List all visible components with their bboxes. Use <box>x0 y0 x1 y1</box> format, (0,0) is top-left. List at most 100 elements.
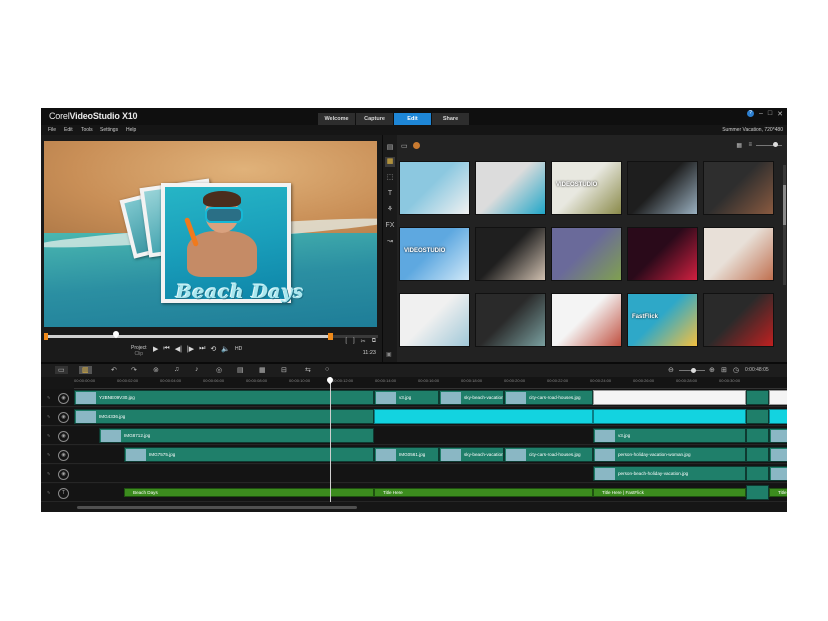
track-edit-icon[interactable]: ✎ <box>47 471 50 476</box>
library-thumbnail[interactable] <box>627 227 698 281</box>
time-ruler[interactable]: 00:00:00:00 00:00:02:00 00:00:04:00 00:00:0… <box>74 377 787 389</box>
zoom-knob[interactable] <box>691 368 696 373</box>
track-header[interactable]: ✎ ◉ <box>41 389 74 407</box>
library-thumbnail[interactable]: VIDEOSTUDIO <box>399 227 470 281</box>
trim-start-marker[interactable] <box>44 333 48 340</box>
zoom-in-icon[interactable]: ⊕ <box>709 366 715 374</box>
track-visibility-icon[interactable]: ◉ <box>58 412 69 423</box>
title-clip[interactable]: Title Here | FastFlick <box>769 488 787 497</box>
project-clip-mode[interactable]: Project Clip <box>131 345 147 357</box>
list-view-icon[interactable]: ▦ <box>736 142 742 149</box>
media-clip[interactable] <box>769 390 787 405</box>
media-clip[interactable]: person-beach-holiday-vacation.jpg <box>593 466 746 481</box>
library-thumbnail[interactable] <box>703 161 774 215</box>
library-thumbnail[interactable] <box>703 227 774 281</box>
library-thumbnail[interactable] <box>475 161 546 215</box>
media-clip[interactable]: v3.jpg <box>593 428 746 443</box>
library-thumbnail[interactable] <box>551 227 622 281</box>
library-thumbnail[interactable] <box>703 293 774 347</box>
media-clip[interactable] <box>769 409 787 424</box>
track-visibility-icon[interactable]: ◉ <box>58 469 69 480</box>
library-thumbnail[interactable] <box>399 161 470 215</box>
tab-capture[interactable]: Capture <box>356 113 393 125</box>
media-clip[interactable] <box>746 409 769 424</box>
end-icon[interactable]: ⏭ <box>199 345 205 353</box>
sound-mixer-icon[interactable]: ♫ <box>174 366 179 373</box>
fit-project-icon[interactable]: ⊞ <box>721 366 727 374</box>
subtitle-editor-icon[interactable]: ▤ <box>237 366 244 374</box>
title-icon[interactable]: T <box>385 189 395 199</box>
timecode-value[interactable]: 11:23 <box>363 350 376 356</box>
media-clip[interactable]: city-cars-road-houses.jpg <box>504 390 593 405</box>
media-clip[interactable]: IMG4336.jpg <box>74 409 374 424</box>
track-header[interactable]: ✎ ◉ <box>41 446 74 464</box>
transition-icon[interactable]: ⬚ <box>385 173 395 183</box>
chat-icon[interactable]: ○ <box>325 366 329 373</box>
preview-window[interactable]: Beach Days <box>44 141 377 327</box>
library-thumbnail[interactable]: FastFlick <box>627 293 698 347</box>
volume-icon[interactable]: 🔈 <box>221 345 230 353</box>
media-clip[interactable] <box>593 390 746 405</box>
record-capture-icon[interactable]: ⊚ <box>153 366 159 374</box>
media-clip[interactable]: person <box>769 466 787 481</box>
media-clip[interactable] <box>374 409 593 424</box>
media-clip[interactable]: sky-beach-vacation.jpg <box>439 390 504 405</box>
track-edit-icon[interactable]: ✎ <box>47 433 50 438</box>
track-edit-icon[interactable]: ✎ <box>47 395 50 400</box>
maximize-icon[interactable]: □ <box>768 110 772 118</box>
track-lane[interactable]: person-beach-holiday-vacation.jpg person <box>74 465 787 483</box>
media-clip[interactable]: Y2BNE09V30.jpg <box>74 390 374 405</box>
media-clip[interactable]: holiday <box>769 428 787 443</box>
title-clip[interactable]: Title Here <box>374 488 593 497</box>
play-icon[interactable]: ▶ <box>153 345 158 353</box>
hd-icon[interactable]: HD <box>235 346 242 352</box>
menu-file[interactable]: File <box>48 127 56 133</box>
track-visibility-icon[interactable]: ◉ <box>58 393 69 404</box>
time-remapping-icon[interactable]: ⊟ <box>281 366 287 374</box>
instant-project-icon[interactable]: ▦ <box>385 157 395 167</box>
timeline-view-icon[interactable]: ▥ <box>79 366 92 374</box>
thumbnail-size-slider[interactable] <box>756 145 782 146</box>
media-clip[interactable] <box>746 485 769 500</box>
library-thumbnail[interactable] <box>475 293 546 347</box>
library-scrollbar[interactable] <box>783 165 786 285</box>
filter-icon[interactable]: FX <box>385 221 395 231</box>
track-header[interactable]: ✎ ◉ <box>41 465 74 483</box>
library-thumbnail[interactable]: VIDEOSTUDIO <box>551 161 622 215</box>
repeat-icon[interactable]: ⟲ <box>210 345 216 353</box>
path-icon[interactable]: ↝ <box>385 237 395 247</box>
menu-settings[interactable]: Settings <box>100 127 118 133</box>
track-lane[interactable]: IMG4336.jpg <box>74 408 787 426</box>
tab-edit[interactable]: Edit <box>394 113 431 125</box>
track-lane[interactable]: Y2BNE09V30.jpg v3.jpg sky-beach-vacation.j… <box>74 389 787 407</box>
share-icon[interactable] <box>413 142 420 149</box>
title-clip[interactable]: Beach Days <box>124 488 374 497</box>
prev-frame-icon[interactable]: ◀| <box>175 345 182 353</box>
track-header[interactable]: ✎ ◉ <box>41 408 74 426</box>
track-header[interactable]: ✎ T <box>41 484 74 502</box>
multi-camera-icon[interactable]: ▦ <box>259 366 266 374</box>
media-clip[interactable]: v3.jpg <box>374 390 439 405</box>
tab-share[interactable]: Share <box>432 113 469 125</box>
enlarge-icon[interactable]: ⧉ <box>372 338 376 345</box>
track-lane[interactable]: Beach Days Title Here Title Here | FastFli… <box>74 484 787 502</box>
home-icon[interactable]: ⏮ <box>163 345 169 353</box>
library-thumbnail[interactable] <box>551 293 622 347</box>
track-edit-icon[interactable]: ✎ <box>47 452 50 457</box>
minimize-icon[interactable]: – <box>759 110 763 118</box>
mark-out-icon[interactable]: ] <box>353 338 355 345</box>
slider-knob[interactable] <box>773 142 778 147</box>
track-header[interactable]: ✎ ◉ <box>41 427 74 445</box>
media-clip[interactable]: IMG8712.jpg <box>99 428 374 443</box>
mark-in-icon[interactable]: [ <box>345 338 347 345</box>
track-lane[interactable]: IMG8712.jpg v3.jpg holiday <box>74 427 787 445</box>
next-frame-icon[interactable]: |▶ <box>187 345 194 353</box>
media-clip[interactable] <box>746 447 769 462</box>
media-clip[interactable]: person-holiday-vacation-woman.jpg <box>593 447 746 462</box>
track-visibility-icon[interactable]: ◉ <box>58 431 69 442</box>
zoom-out-icon[interactable]: ⊖ <box>668 366 674 374</box>
media-clip[interactable]: sky-be <box>769 447 787 462</box>
redo-icon[interactable]: ↷ <box>131 366 137 374</box>
media-clip[interactable] <box>746 428 769 443</box>
clip-mode-label[interactable]: Clip <box>131 351 147 357</box>
